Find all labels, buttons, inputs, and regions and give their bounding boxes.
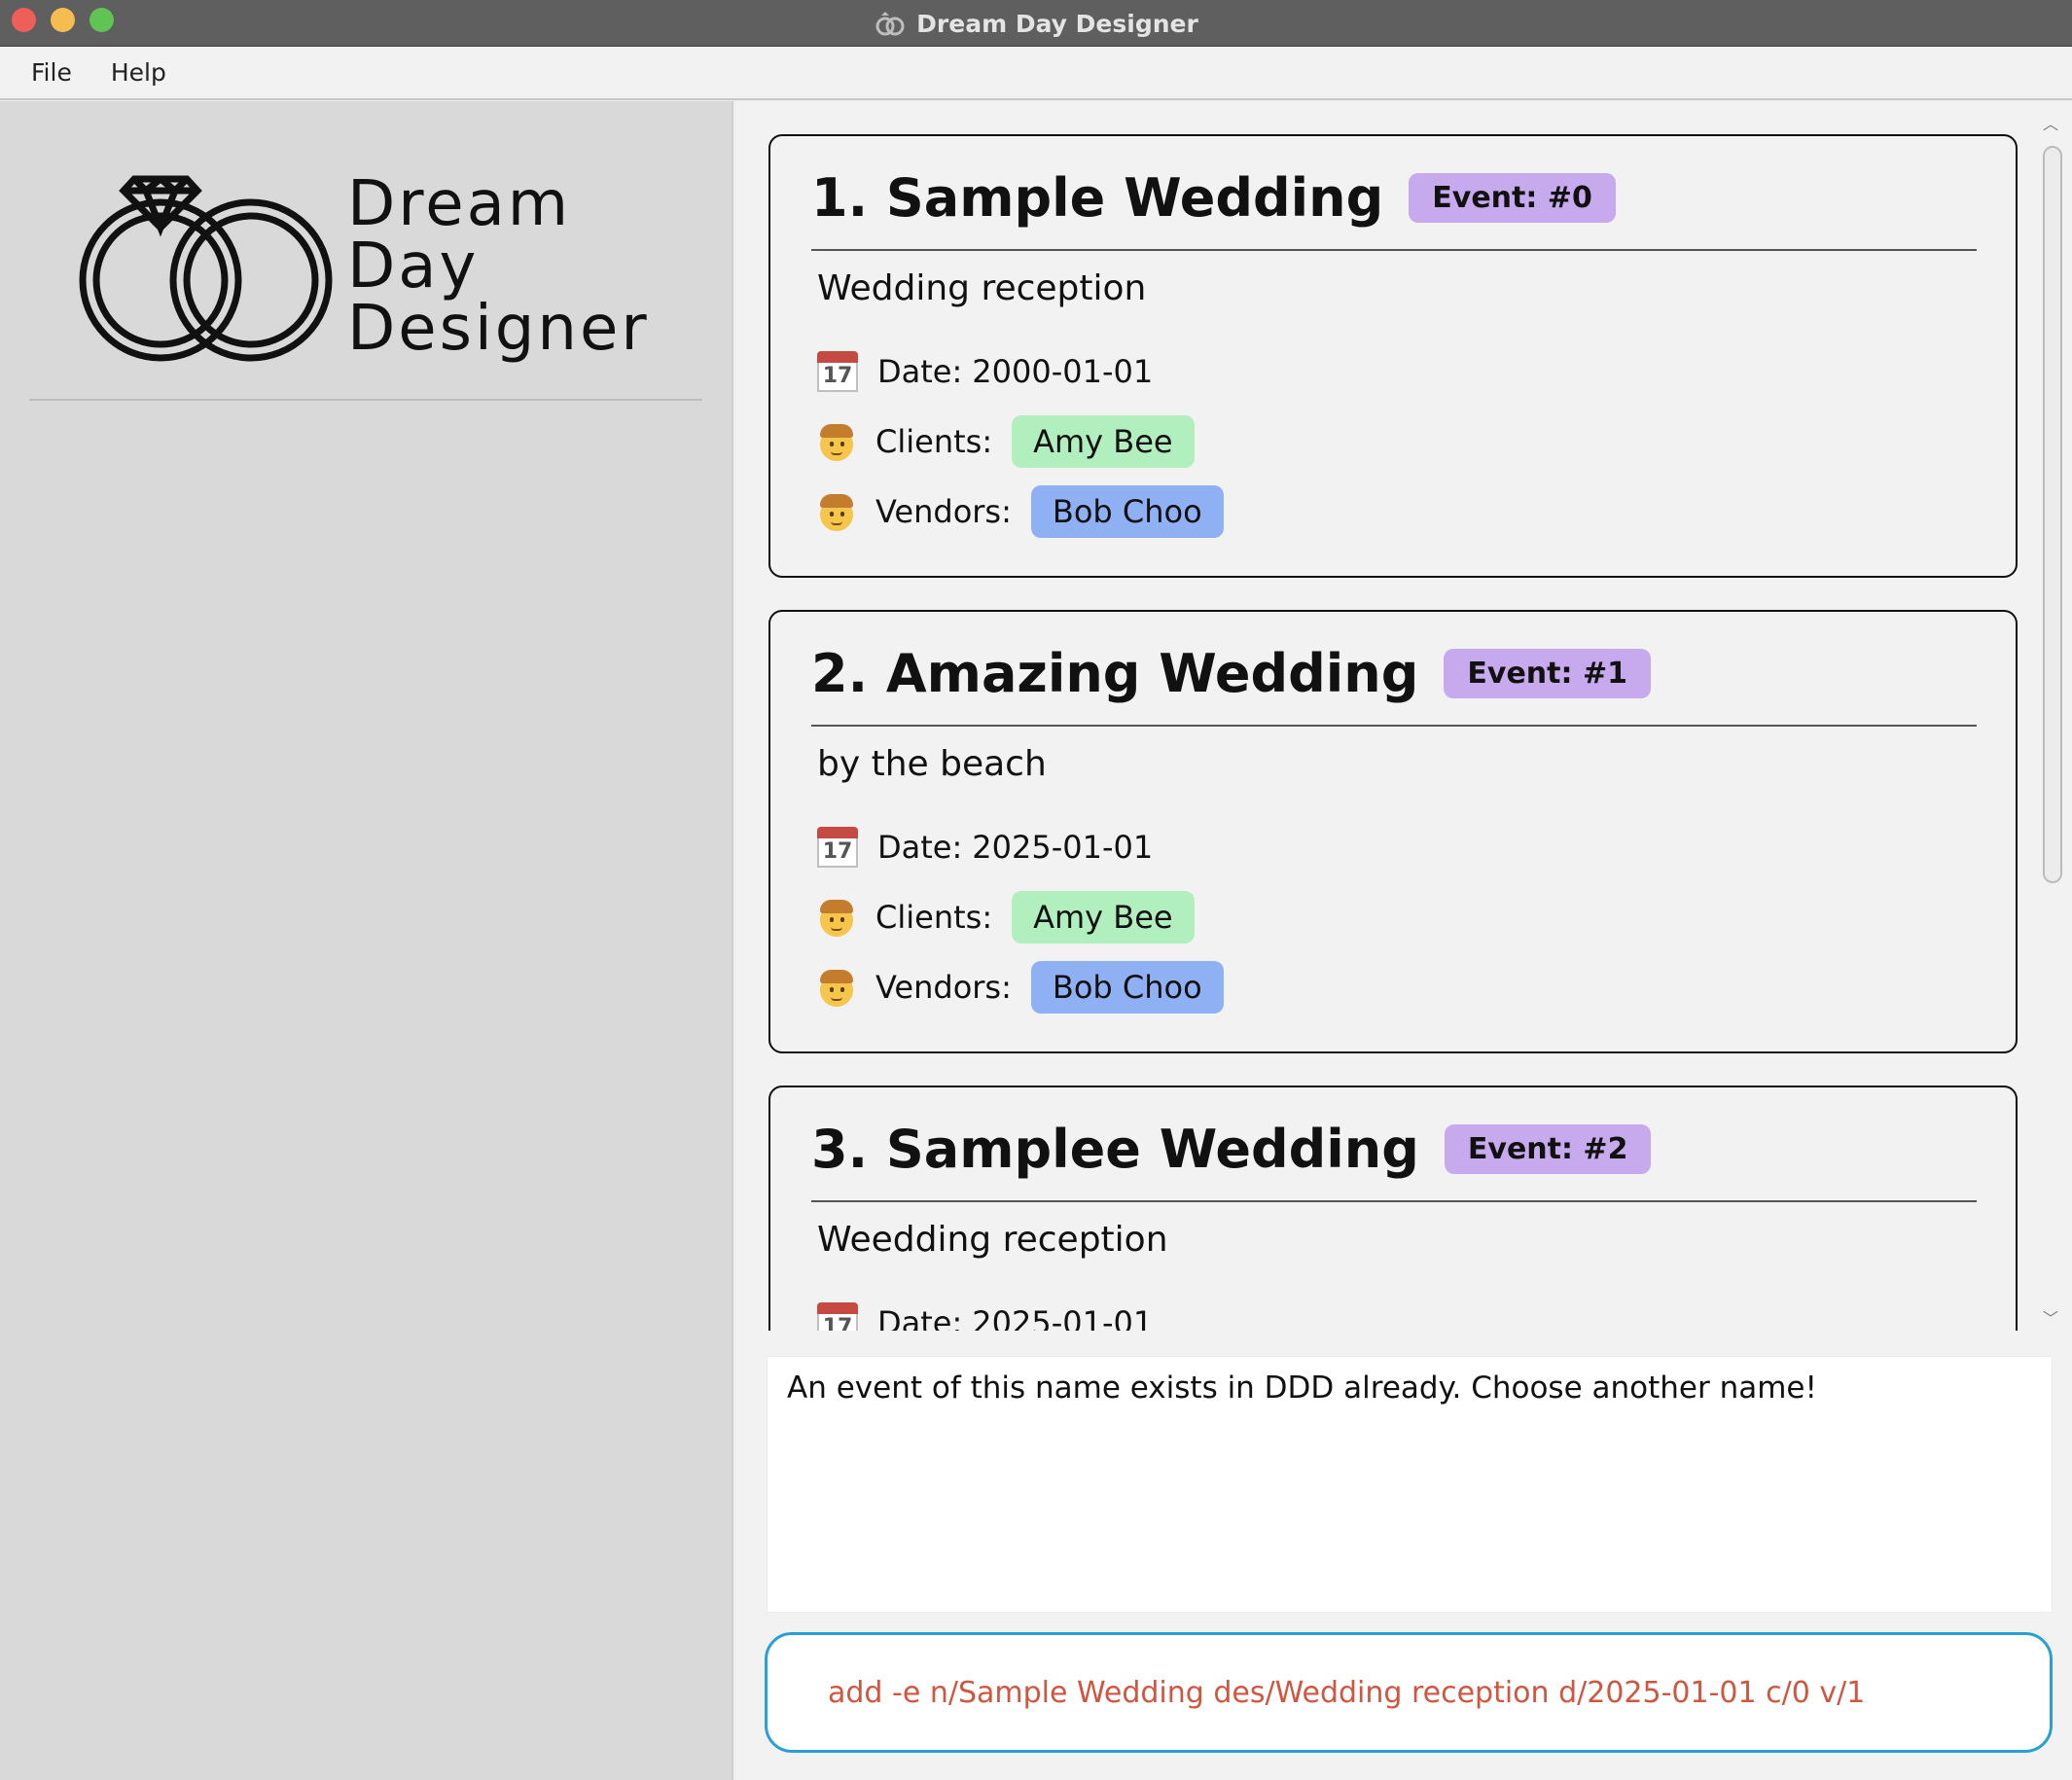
person-face-icon — [817, 968, 856, 1007]
scroll-down-arrow-icon[interactable]: ﹀ — [2042, 1312, 2059, 1328]
event-date: 2000-01-01 — [972, 353, 1154, 390]
window-title-group: Dream Day Designer — [0, 0, 2072, 47]
menu-help[interactable]: Help — [111, 58, 166, 87]
sidebar: Dream Day Designer — [0, 101, 733, 1780]
event-id-badge: Event: #1 — [1444, 649, 1651, 698]
event-title: 2. Amazing Wedding — [811, 643, 1419, 704]
calendar-icon: 17 — [817, 351, 858, 392]
vendor-chip: Bob Choo — [1030, 485, 1224, 538]
command-input[interactable] — [828, 1675, 2024, 1710]
event-vendors-row: Vendors: Bob Choo — [817, 960, 1224, 1015]
event-description: by the beach — [817, 744, 1047, 784]
event-date-label: Date: — [877, 1304, 963, 1331]
event-date-label: Date: — [877, 353, 963, 390]
event-title: 3. Samplee Wedding — [811, 1119, 1419, 1180]
window-title: Dream Day Designer — [916, 9, 1198, 38]
event-id-badge: Event: #2 — [1444, 1124, 1652, 1174]
calendar-icon: 17 — [817, 1302, 858, 1331]
event-card[interactable]: 2. Amazing Wedding Event: #1 by the beac… — [768, 610, 2018, 1053]
event-clients-label: Clients: — [875, 899, 993, 936]
event-date: 2025-01-01 — [972, 1304, 1154, 1331]
event-card-header: 1. Sample Wedding Event: #0 — [811, 167, 1616, 229]
client-chip: Amy Bee — [1012, 891, 1195, 943]
event-clients-label: Clients: — [875, 423, 993, 460]
event-id-badge: Event: #0 — [1409, 173, 1616, 223]
brand-name: Dream Day Designer — [347, 173, 650, 360]
event-list[interactable]: 1. Sample Wedding Event: #0 Wedding rece… — [735, 101, 2029, 1331]
sidebar-divider — [29, 399, 702, 401]
calendar-icon: 17 — [817, 827, 858, 868]
event-card[interactable]: 1. Sample Wedding Event: #0 Wedding rece… — [768, 134, 2018, 578]
event-vendors-row: Vendors: Bob Choo — [817, 484, 1224, 539]
event-card-header: 2. Amazing Wedding Event: #1 — [811, 643, 1651, 704]
event-list-scrollbar[interactable]: ︿ ﹀ — [2037, 117, 2064, 1329]
scroll-up-arrow-icon[interactable]: ︿ — [2042, 118, 2059, 133]
brand-line-designer: Designer — [347, 293, 650, 365]
event-vendors-label: Vendors: — [875, 493, 1012, 530]
event-card-divider — [811, 1200, 1977, 1202]
window-titlebar: Dream Day Designer — [0, 0, 2072, 47]
menu-bar: File Help — [0, 47, 2072, 100]
event-date-row: 17 Date: 2025-01-01 — [817, 824, 1153, 871]
person-face-icon — [817, 898, 856, 937]
person-face-icon — [817, 422, 856, 461]
event-clients-row: Clients: Amy Bee — [817, 890, 1195, 944]
scrollbar-thumb[interactable] — [2043, 146, 2062, 883]
event-clients-row: Clients: Amy Bee — [817, 414, 1195, 469]
command-box[interactable] — [765, 1632, 2053, 1753]
event-card-divider — [811, 725, 1977, 727]
menu-file[interactable]: File — [31, 58, 72, 87]
result-display: An event of this name exists in DDD alre… — [767, 1356, 2053, 1613]
event-description: Weedding reception — [817, 1220, 1168, 1260]
event-vendors-label: Vendors: — [875, 969, 1012, 1006]
vendor-chip: Bob Choo — [1030, 961, 1224, 1014]
event-card-header: 3. Samplee Wedding Event: #2 — [811, 1119, 1652, 1180]
main-panel: 1. Sample Wedding Event: #0 Wedding rece… — [735, 101, 2072, 1780]
event-date: 2025-01-01 — [972, 829, 1154, 866]
brand-line-dream: Dream — [347, 168, 572, 240]
person-face-icon — [817, 492, 856, 531]
event-card[interactable]: 3. Samplee Wedding Event: #2 Weedding re… — [768, 1086, 2018, 1331]
event-date-row: 17 Date: 2025-01-01 — [817, 1299, 1153, 1331]
brand-line-day: Day — [347, 231, 480, 303]
event-date-row: 17 Date: 2000-01-01 — [817, 348, 1153, 395]
client-chip: Amy Bee — [1012, 415, 1195, 468]
event-description: Wedding reception — [817, 268, 1147, 308]
rings-icon — [875, 12, 905, 36]
event-card-divider — [811, 249, 1977, 251]
event-date-label: Date: — [877, 829, 963, 866]
event-title: 1. Sample Wedding — [811, 167, 1384, 229]
